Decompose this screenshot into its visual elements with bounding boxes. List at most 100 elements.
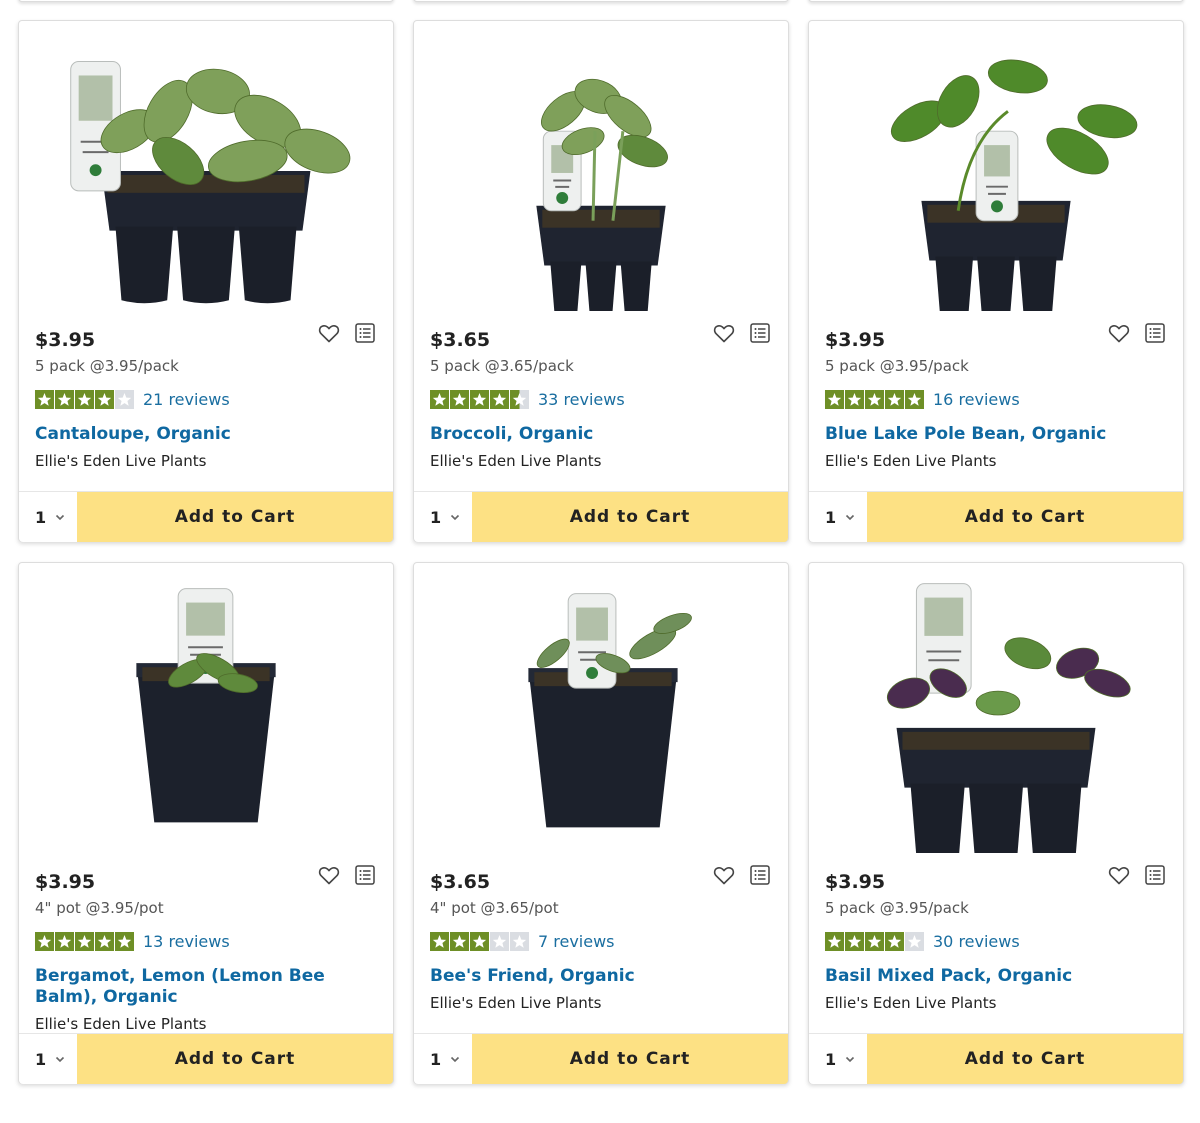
add-to-cart-button[interactable]: Add to Cart xyxy=(472,1034,788,1084)
product-image[interactable] xyxy=(414,563,788,853)
product-title[interactable]: Cantaloupe, Organic xyxy=(35,424,355,445)
product-price: $3.65 xyxy=(430,871,491,893)
product-image[interactable] xyxy=(809,563,1183,853)
star-empty-icon xyxy=(510,932,529,951)
product-price: $3.95 xyxy=(35,329,96,351)
star-filled-icon xyxy=(95,390,114,409)
star-filled-icon xyxy=(75,932,94,951)
unit-price: 5 pack @3.95/pack xyxy=(35,357,179,375)
product-title[interactable]: Blue Lake Pole Bean, Organic xyxy=(825,424,1145,445)
product-brand: Ellie's Eden Live Plants xyxy=(35,452,207,470)
product-image[interactable] xyxy=(414,21,788,311)
quantity-select[interactable]: 1 xyxy=(414,1034,472,1084)
list-icon[interactable] xyxy=(748,863,772,887)
chevron-down-icon xyxy=(846,514,855,521)
star-filled-icon xyxy=(75,390,94,409)
product-card: $3.95 5 pack @3.95/pack 16 reviews Blue … xyxy=(808,20,1184,542)
product-image[interactable] xyxy=(19,563,393,853)
rating[interactable]: 21 reviews xyxy=(35,390,230,409)
list-icon[interactable] xyxy=(1143,863,1167,887)
quantity-select[interactable]: 1 xyxy=(19,1034,77,1084)
list-icon[interactable] xyxy=(748,321,772,345)
quantity-value: 1 xyxy=(35,1049,47,1069)
rating[interactable]: 7 reviews xyxy=(430,932,615,951)
product-image[interactable] xyxy=(809,21,1183,311)
list-icon[interactable] xyxy=(1143,321,1167,345)
add-to-cart-button[interactable]: Add to Cart xyxy=(867,492,1183,542)
reviews-link[interactable]: 7 reviews xyxy=(538,932,615,951)
star-filled-icon xyxy=(55,932,74,951)
list-icon[interactable] xyxy=(353,321,377,345)
previous-row-card xyxy=(18,0,394,2)
previous-row-card xyxy=(808,0,1184,2)
add-to-cart-button[interactable]: Add to Cart xyxy=(472,492,788,542)
plant-photo xyxy=(528,593,692,828)
previous-row-card xyxy=(413,0,789,2)
product-title[interactable]: Basil Mixed Pack, Organic xyxy=(825,966,1145,987)
product-price: $3.65 xyxy=(430,329,491,351)
chevron-down-icon xyxy=(56,514,65,521)
heart-icon[interactable] xyxy=(317,863,341,887)
reviews-link[interactable]: 21 reviews xyxy=(143,390,230,409)
chevron-down-icon xyxy=(846,1056,855,1063)
product-title[interactable]: Broccoli, Organic xyxy=(430,424,750,445)
heart-icon[interactable] xyxy=(1107,863,1131,887)
quantity-value: 1 xyxy=(430,1049,442,1069)
rating[interactable]: 16 reviews xyxy=(825,390,1020,409)
quantity-value: 1 xyxy=(825,507,837,527)
rating[interactable]: 33 reviews xyxy=(430,390,625,409)
product-title[interactable]: Bergamot, Lemon (Lemon Bee Balm), Organi… xyxy=(35,966,355,1008)
heart-icon[interactable] xyxy=(1107,321,1131,345)
reviews-link[interactable]: 30 reviews xyxy=(933,932,1020,951)
add-to-cart-button[interactable]: Add to Cart xyxy=(867,1034,1183,1084)
star-filled-icon xyxy=(35,390,54,409)
chevron-down-icon xyxy=(56,1056,65,1063)
product-card: $3.95 5 pack @3.95/pack 21 reviews Canta… xyxy=(18,20,394,542)
product-brand: Ellie's Eden Live Plants xyxy=(825,994,997,1012)
star-filled-icon xyxy=(470,932,489,951)
star-empty-icon xyxy=(905,932,924,951)
star-rating xyxy=(35,932,134,951)
rating[interactable]: 13 reviews xyxy=(35,932,230,951)
heart-icon[interactable] xyxy=(712,321,736,345)
unit-price: 5 pack @3.65/pack xyxy=(430,357,574,375)
reviews-link[interactable]: 16 reviews xyxy=(933,390,1020,409)
product-card: $3.95 5 pack @3.95/pack 30 reviews Basil… xyxy=(808,562,1184,1084)
star-empty-icon xyxy=(490,932,509,951)
star-filled-icon xyxy=(35,932,54,951)
product-title[interactable]: Bee's Friend, Organic xyxy=(430,966,750,987)
star-filled-icon xyxy=(885,932,904,951)
star-rating xyxy=(35,390,134,409)
quantity-select[interactable]: 1 xyxy=(809,1034,867,1084)
star-rating xyxy=(825,932,924,951)
heart-icon[interactable] xyxy=(317,321,341,345)
quantity-value: 1 xyxy=(825,1049,837,1069)
star-filled-icon xyxy=(430,390,449,409)
star-filled-icon xyxy=(470,390,489,409)
product-grid: $3.95 5 pack @3.95/pack 21 reviews Canta… xyxy=(18,20,1186,1084)
reviews-link[interactable]: 13 reviews xyxy=(143,932,230,951)
quantity-select[interactable]: 1 xyxy=(19,492,77,542)
reviews-link[interactable]: 33 reviews xyxy=(538,390,625,409)
list-icon[interactable] xyxy=(353,863,377,887)
chevron-down-icon xyxy=(451,514,460,521)
star-rating xyxy=(825,390,924,409)
heart-icon[interactable] xyxy=(712,863,736,887)
star-rating xyxy=(430,932,529,951)
product-brand: Ellie's Eden Live Plants xyxy=(35,1015,207,1033)
product-brand: Ellie's Eden Live Plants xyxy=(430,452,602,470)
star-filled-icon xyxy=(905,390,924,409)
product-brand: Ellie's Eden Live Plants xyxy=(430,994,602,1012)
star-filled-icon xyxy=(490,390,509,409)
chevron-down-icon xyxy=(451,1056,460,1063)
product-price: $3.95 xyxy=(825,329,886,351)
rating[interactable]: 30 reviews xyxy=(825,932,1020,951)
star-filled-icon xyxy=(510,390,529,409)
unit-price: 4" pot @3.65/pot xyxy=(430,899,559,917)
product-image[interactable] xyxy=(19,21,393,311)
quantity-select[interactable]: 1 xyxy=(414,492,472,542)
add-to-cart-button[interactable]: Add to Cart xyxy=(77,1034,393,1084)
product-card: $3.65 5 pack @3.65/pack 33 reviews Brocc… xyxy=(413,20,789,542)
add-to-cart-button[interactable]: Add to Cart xyxy=(77,492,393,542)
quantity-select[interactable]: 1 xyxy=(809,492,867,542)
